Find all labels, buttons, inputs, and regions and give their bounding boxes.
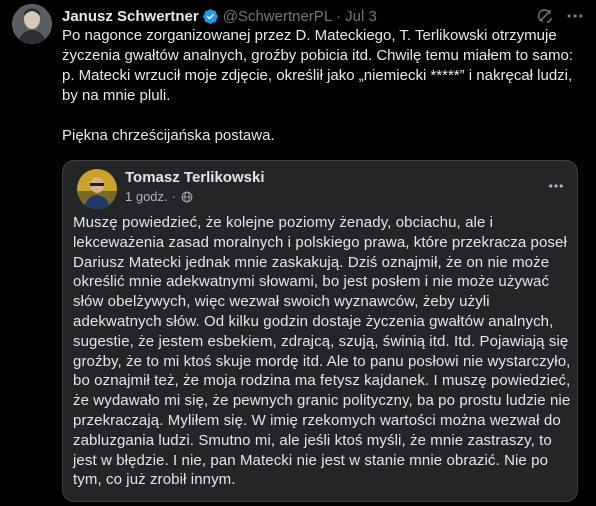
quoted-author-avatar-image bbox=[77, 169, 117, 209]
more-icon[interactable] bbox=[565, 6, 585, 26]
separator-dot: · bbox=[171, 189, 176, 204]
tweet-header: Janusz Schwertner @SchwertnerPL · Jul 3 bbox=[62, 6, 377, 26]
quoted-post-body: Muszę powiedzieć, że kolejne poziomy żen… bbox=[73, 214, 571, 489]
tweet-paragraph: Piękna chrześcijańska postawa. bbox=[62, 127, 275, 144]
author-avatar[interactable] bbox=[12, 4, 52, 44]
tweet-paragraph: Po nagonce zorganizowanej przez D. Matec… bbox=[62, 27, 574, 104]
author-handle[interactable]: @SchwertnerPL bbox=[223, 8, 332, 25]
verified-badge-icon bbox=[202, 8, 218, 24]
author-avatar-image bbox=[12, 4, 52, 44]
separator-dot: · bbox=[336, 7, 342, 25]
globe-icon bbox=[181, 191, 193, 202]
author-name[interactable]: Janusz Schwertner bbox=[62, 8, 199, 25]
quoted-more-icon bbox=[549, 184, 563, 188]
grok-icon[interactable] bbox=[535, 6, 555, 26]
quoted-author-avatar bbox=[77, 169, 117, 209]
quoted-author-name: Tomasz Terlikowski bbox=[125, 169, 265, 186]
tweet-date[interactable]: Jul 3 bbox=[345, 8, 377, 25]
quoted-post-meta: 1 godz. · bbox=[125, 189, 193, 204]
tweet-text: Po nagonce zorganizowanej przez D. Matec… bbox=[62, 26, 582, 146]
quoted-post-time: 1 godz. bbox=[125, 189, 168, 204]
quoted-post-screenshot[interactable]: Tomasz Terlikowski 1 godz. · Muszę powie… bbox=[62, 160, 578, 502]
